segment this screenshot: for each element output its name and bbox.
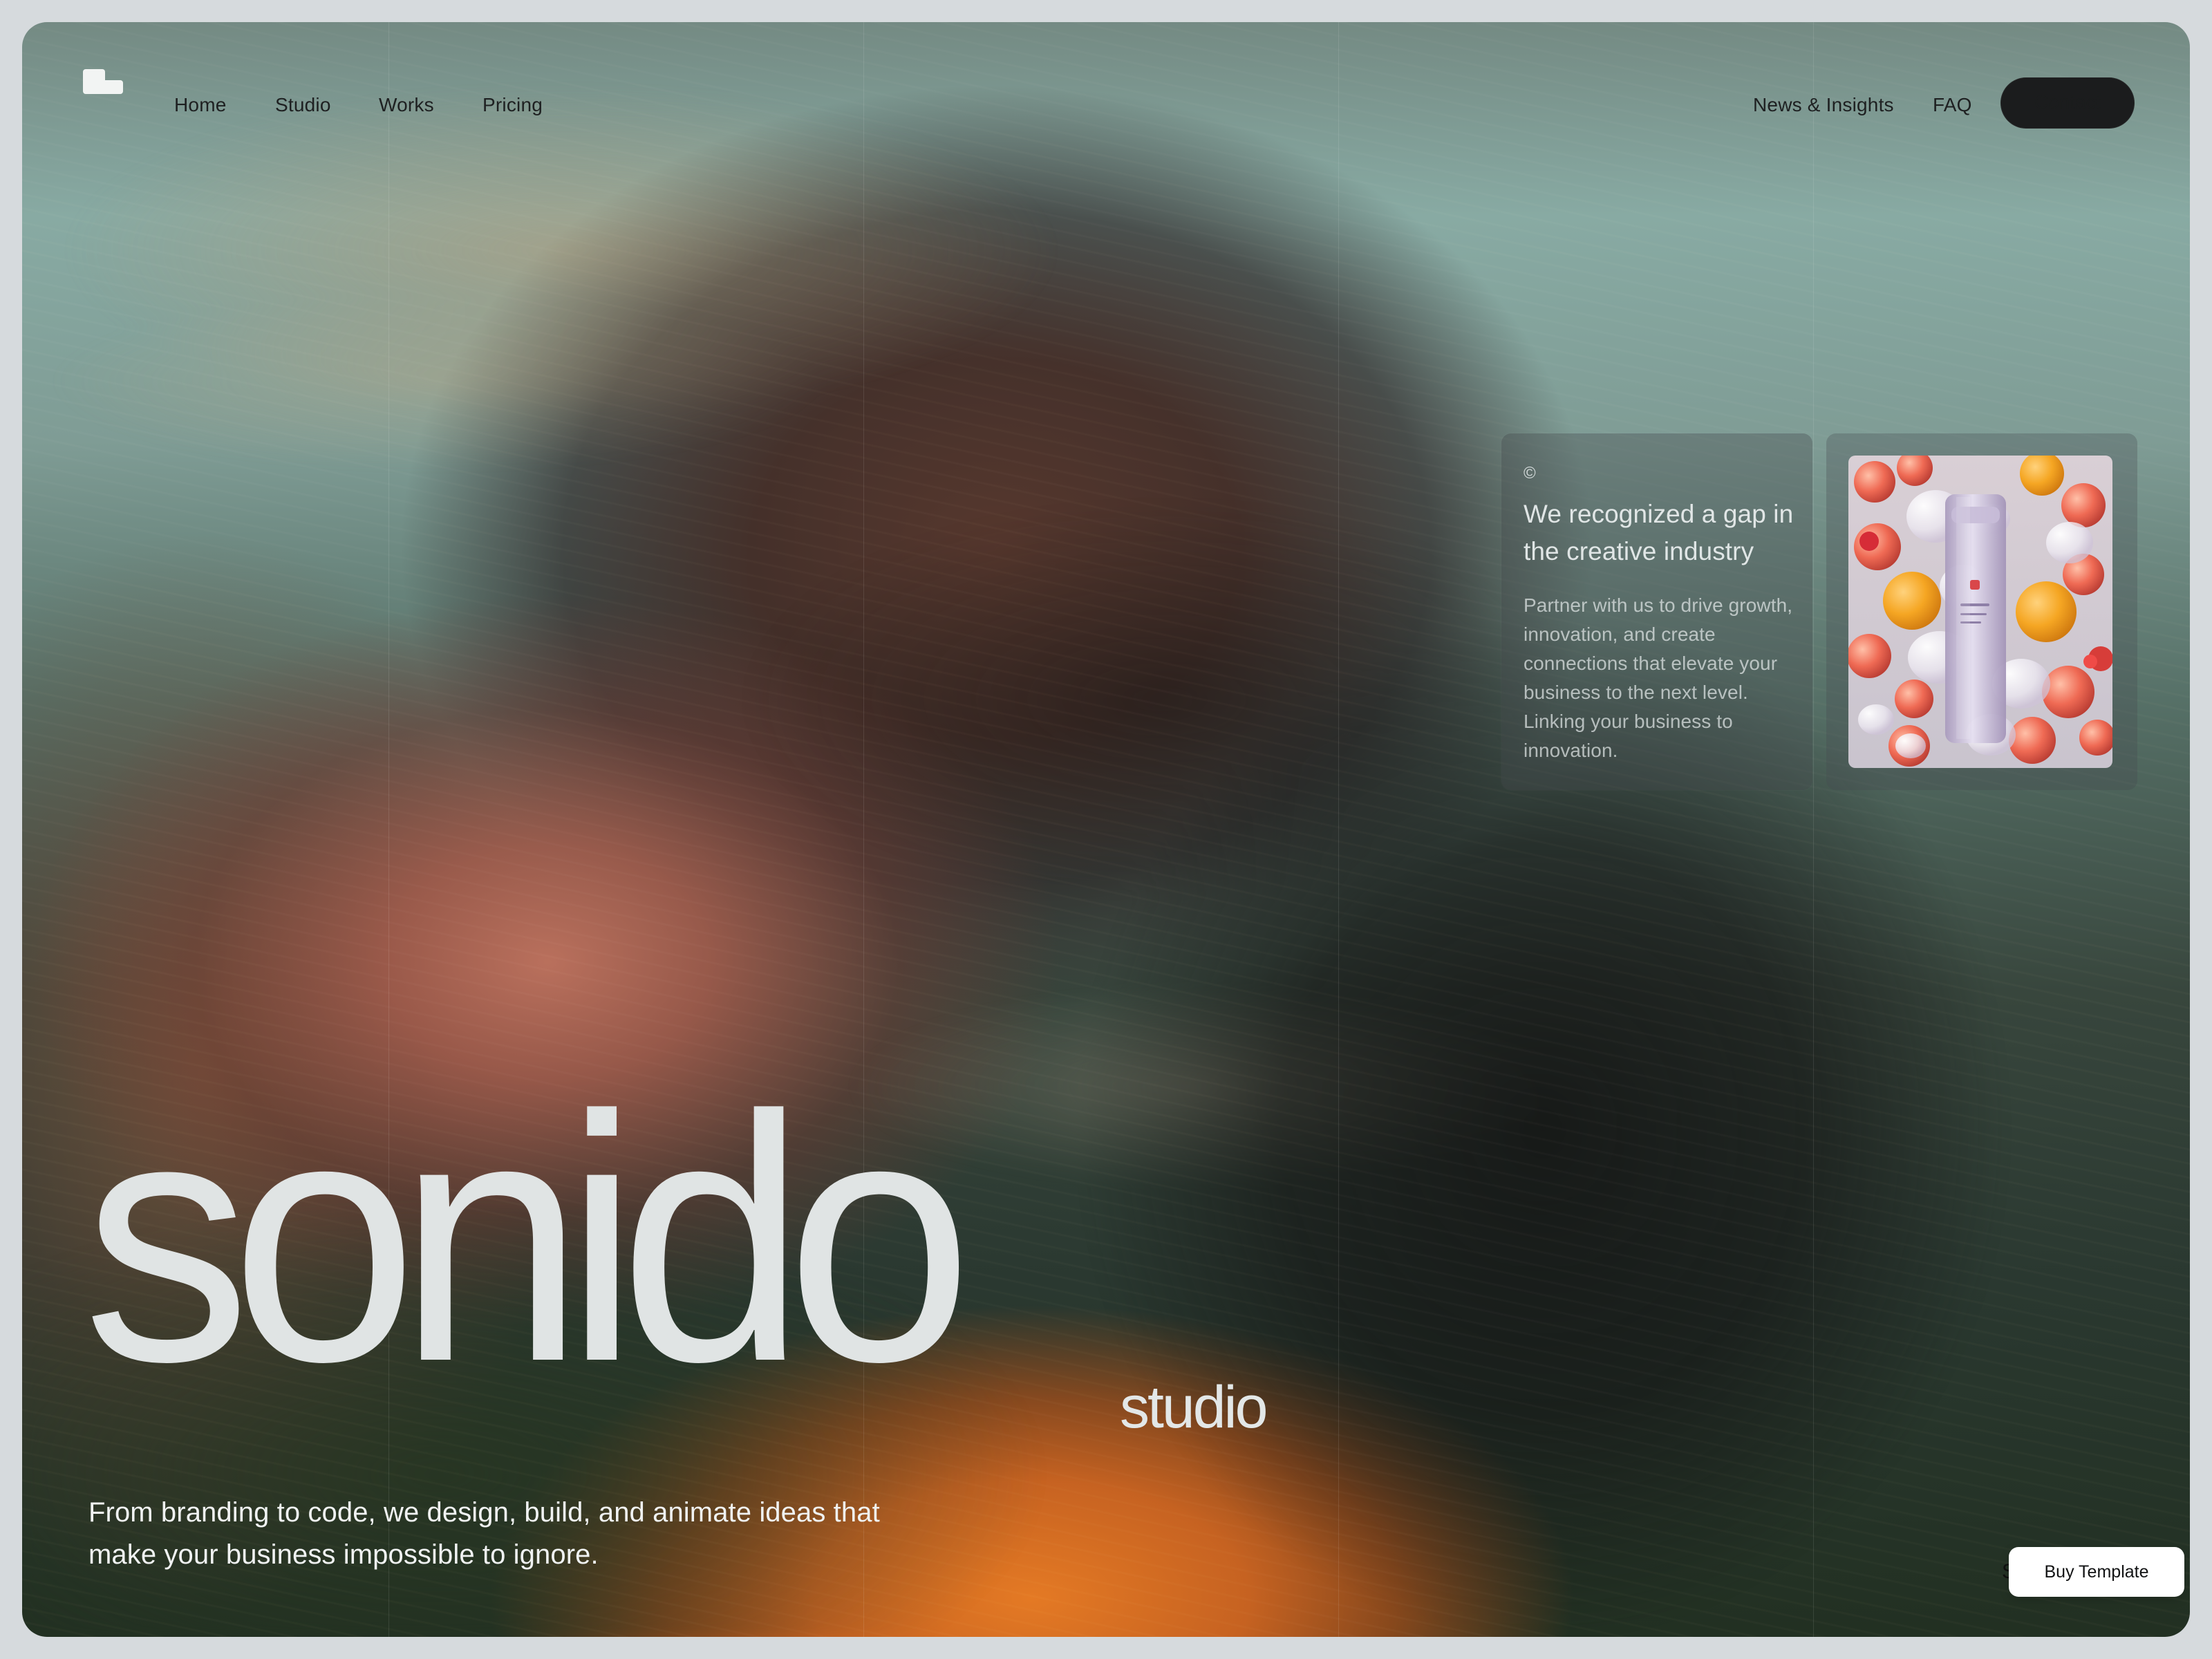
nav-faq-link[interactable]: FAQ: [1933, 94, 1972, 116]
top-navigation: Home Studio Works Pricing News & Insight…: [22, 22, 2190, 147]
product-image: [1848, 456, 2112, 768]
contact-button[interactable]: Contact: [2000, 77, 2135, 129]
info-card: © We recognized a gap in the creative in…: [1501, 433, 1812, 790]
logo-right-block: [100, 80, 123, 94]
nav-works-link[interactable]: Works: [379, 94, 434, 116]
buy-template-wrap: S Buy Template: [2002, 1547, 2184, 1597]
nav-news-insights-link[interactable]: News & Insights: [1753, 94, 1894, 116]
product-illustration: [1848, 456, 2112, 768]
nav-home-link[interactable]: Home: [174, 94, 227, 116]
hero-description: From branding to code, we design, build,…: [88, 1497, 880, 1570]
buy-template-button[interactable]: Buy Template: [2009, 1547, 2184, 1597]
copyright-icon: ©: [1524, 464, 1536, 482]
info-card-title: We recognized a gap in the creative indu…: [1524, 500, 1794, 565]
hero-frame: Home Studio Works Pricing News & Insight…: [22, 22, 2190, 1637]
hero-brand-subtitle: studio: [1120, 1374, 1268, 1441]
contact-button-label: Contact: [2034, 91, 2101, 113]
grid-line-4: [1813, 22, 1814, 1637]
product-card: [1826, 433, 2137, 790]
logo-icon[interactable]: [83, 69, 123, 94]
nav-pricing-link[interactable]: Pricing: [482, 94, 543, 116]
grid-line-3: [1338, 22, 1339, 1637]
hero-brand-title: sonido: [83, 1044, 973, 1434]
info-card-body: Partner with us to drive growth, innovat…: [1524, 594, 1793, 761]
nav-studio-link[interactable]: Studio: [275, 94, 331, 116]
